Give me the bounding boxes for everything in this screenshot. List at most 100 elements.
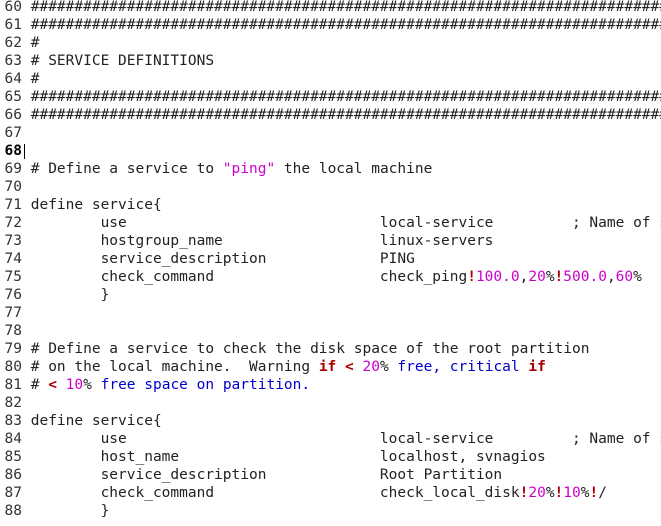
code-token: % <box>545 485 555 501</box>
code-line[interactable]: 65 #####################################… <box>0 88 661 106</box>
line-text: define service{ <box>22 412 162 430</box>
line-text: } <box>22 502 110 520</box>
code-line[interactable]: 81 # < 10% free space on partition. <box>0 376 661 394</box>
line-number: 73 <box>4 233 22 249</box>
line-text: hostgroup_name linux-servers <box>22 232 494 250</box>
code-token: , <box>606 269 616 285</box>
code-line[interactable]: 68 <box>0 142 661 160</box>
line-text: check_command check_ping!100.0,20%!500.0… <box>22 268 642 286</box>
code-line[interactable]: 80 # on the local machine. Warning if < … <box>0 358 661 376</box>
code-token: # Define a service to <box>22 161 223 177</box>
line-number: 81 <box>4 377 22 393</box>
code-token: define service{ <box>22 413 162 429</box>
line-number: 86 <box>4 467 22 483</box>
line-number: 83 <box>4 413 22 429</box>
line-text: define service{ <box>22 196 162 214</box>
code-token: ########################################… <box>22 89 661 105</box>
code-line[interactable]: 74 service_description PING <box>0 250 661 268</box>
code-token: ! <box>589 485 599 501</box>
code-token: free, critical <box>397 359 529 375</box>
code-token: use local-service ; Name of service temp… <box>100 215 661 231</box>
code-token: if <box>318 359 337 375</box>
code-token: % <box>83 377 101 393</box>
line-text: ########################################… <box>22 106 661 124</box>
code-token: # <box>22 35 40 51</box>
text-cursor <box>24 143 25 159</box>
code-line[interactable]: 72 use local-service ; Name of service t… <box>0 214 661 232</box>
line-text: service_description Root Partition <box>22 466 503 484</box>
code-line[interactable]: 61 #####################################… <box>0 16 661 34</box>
code-token: use local-service ; Name of service temp… <box>100 431 661 447</box>
code-line[interactable]: 63 # SERVICE DEFINITIONS <box>0 52 661 70</box>
line-text: host_name localhost, svnagios <box>22 448 546 466</box>
line-number: 76 <box>4 287 22 303</box>
code-token: 20 <box>528 269 546 285</box>
line-text: # on the local machine. Warning if < 20%… <box>22 358 546 376</box>
code-token: 20 <box>528 485 546 501</box>
code-line[interactable]: 73 hostgroup_name linux-servers <box>0 232 661 250</box>
line-number: 84 <box>4 431 22 447</box>
code-line[interactable]: 83 define service{ <box>0 412 661 430</box>
code-line[interactable]: 64 # <box>0 70 661 88</box>
line-number: 80 <box>4 359 22 375</box>
code-token: ########################################… <box>22 107 661 123</box>
line-text: use local-service ; Name of service temp… <box>22 214 661 232</box>
code-token: < <box>345 359 354 375</box>
code-line[interactable]: 88 } <box>0 502 661 520</box>
code-token: # <box>22 71 40 87</box>
code-line[interactable]: 86 service_description Root Partition <box>0 466 661 484</box>
code-line[interactable]: 69 # Define a service to "ping" the loca… <box>0 160 661 178</box>
line-number: 71 <box>4 197 22 213</box>
code-token: } <box>22 287 110 303</box>
code-line[interactable]: 66 #####################################… <box>0 106 661 124</box>
code-token: % <box>545 269 555 285</box>
code-line[interactable]: 82 <box>0 394 661 412</box>
code-token: the local machine <box>275 161 433 177</box>
line-text: # <box>22 70 40 88</box>
code-line[interactable]: 75 check_command check_ping!100.0,20%!50… <box>0 268 661 286</box>
code-line[interactable]: 76 } <box>0 286 661 304</box>
line-number: 87 <box>4 485 22 501</box>
code-line[interactable]: 62 # <box>0 34 661 52</box>
code-token: < <box>48 377 57 393</box>
code-token: ! <box>554 269 564 285</box>
line-number: 82 <box>4 395 22 411</box>
code-token: check_command check_local_disk <box>22 485 520 501</box>
code-line[interactable]: 78 <box>0 322 661 340</box>
line-text: # SERVICE DEFINITIONS <box>22 52 214 70</box>
line-text <box>22 142 25 160</box>
line-text: # <box>22 34 40 52</box>
line-number: 61 <box>4 17 22 33</box>
line-number: 66 <box>4 107 22 123</box>
code-line[interactable]: 87 check_command check_local_disk!20%!10… <box>0 484 661 502</box>
line-text: } <box>22 286 110 304</box>
code-line[interactable]: 60 #####################################… <box>0 0 661 16</box>
code-line[interactable]: 85 host_name localhost, svnagios <box>0 448 661 466</box>
code-line[interactable]: 71 define service{ <box>0 196 661 214</box>
code-line[interactable]: 77 <box>0 304 661 322</box>
code-token: 60 <box>615 269 634 285</box>
code-line[interactable]: 67 <box>0 124 661 142</box>
code-token: hostgroup_name linux-servers <box>22 233 494 249</box>
line-number: 74 <box>4 251 22 267</box>
text-editor[interactable]: 60 #####################################… <box>0 0 661 526</box>
line-number: 62 <box>4 35 22 51</box>
line-text: # Define a service to "ping" the local m… <box>22 160 433 178</box>
line-text: check_command check_local_disk!20%!10%!/ <box>22 484 607 502</box>
code-token: service_description PING <box>22 251 415 267</box>
code-token: / <box>598 485 607 501</box>
code-token: ########################################… <box>22 17 661 33</box>
line-number: 63 <box>4 53 22 69</box>
line-number: 88 <box>4 503 22 519</box>
code-line[interactable]: 84 use local-service ; Name of service t… <box>0 430 661 448</box>
code-line[interactable]: 79 # Define a service to check the disk … <box>0 340 661 358</box>
code-line[interactable]: 70 <box>0 178 661 196</box>
code-token: # Define a service to check the disk spa… <box>22 341 590 357</box>
code-token: } <box>22 503 110 519</box>
line-text: # < 10% free space on partition. <box>22 376 310 394</box>
line-number: 75 <box>4 269 22 285</box>
code-token: ########################################… <box>22 0 661 15</box>
line-number: 68 <box>4 143 22 159</box>
